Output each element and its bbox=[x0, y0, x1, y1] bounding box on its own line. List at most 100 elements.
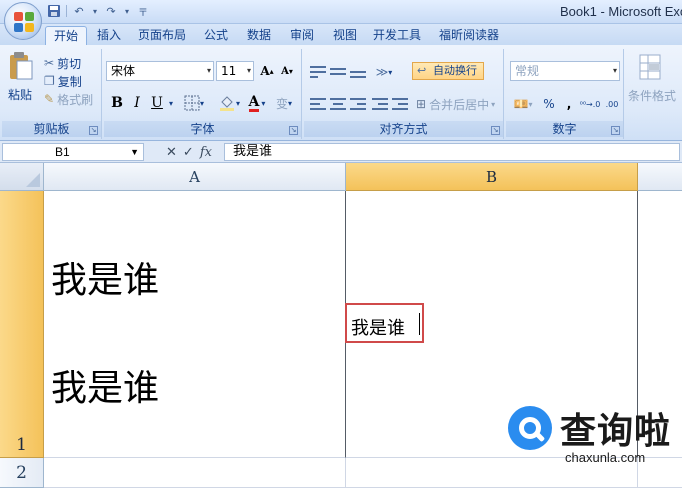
align-middle-icon[interactable] bbox=[328, 63, 348, 81]
column-header-c[interactable] bbox=[638, 163, 682, 191]
tab-insert[interactable]: 插入 bbox=[90, 26, 128, 45]
fill-color-button[interactable]: ▾ bbox=[214, 93, 244, 113]
clipboard-group-label: 剪贴板 bbox=[2, 121, 101, 137]
name-box-value: B1 bbox=[55, 145, 70, 159]
shrink-font-icon: A bbox=[281, 65, 289, 77]
underline-button[interactable]: U bbox=[148, 93, 166, 113]
orientation-button[interactable]: ≫ ▾ bbox=[370, 62, 398, 82]
watermark-brand: 查询啦 bbox=[560, 411, 672, 452]
wrap-text-icon: ↩ bbox=[417, 64, 427, 77]
wrap-text-button[interactable]: ↩ 自动换行 bbox=[412, 62, 484, 80]
grow-font-button[interactable]: A ▴ bbox=[258, 61, 276, 81]
font-color-button[interactable]: A ▾ bbox=[244, 93, 270, 113]
tab-data[interactable]: 数据 bbox=[241, 26, 277, 45]
phonetic-button[interactable]: 变 ▾ bbox=[270, 93, 298, 113]
paste-button[interactable]: 粘贴 bbox=[8, 51, 36, 105]
cell-a2[interactable] bbox=[44, 458, 346, 488]
tab-view[interactable]: 视图 bbox=[327, 26, 363, 45]
tab-review[interactable]: 审阅 bbox=[284, 26, 320, 45]
align-top-icon[interactable] bbox=[308, 63, 328, 81]
chevron-down-icon: ▾ bbox=[612, 66, 617, 75]
increase-indent-icon[interactable] bbox=[390, 95, 410, 113]
font-size-value: 11 bbox=[221, 64, 237, 78]
cell-editor[interactable]: 我是谁 bbox=[345, 303, 424, 343]
text-caret bbox=[419, 313, 420, 335]
conditional-format-button[interactable] bbox=[636, 53, 666, 83]
align-right-icon[interactable] bbox=[348, 95, 368, 113]
font-name-select[interactable]: 宋体 ▾ bbox=[106, 61, 214, 81]
merge-center-button[interactable]: ⊞ 合并后居中 ▾ bbox=[416, 94, 500, 114]
watermark-logo-icon bbox=[508, 406, 552, 450]
customize-qat-icon[interactable]: 〒 bbox=[135, 3, 151, 19]
tab-developer[interactable]: 开发工具 bbox=[369, 26, 425, 45]
align-center-icon[interactable] bbox=[328, 95, 348, 113]
row-header-2[interactable]: 2 bbox=[0, 458, 44, 488]
select-all-button[interactable] bbox=[0, 163, 44, 191]
cut-button[interactable]: ✂ 剪切 bbox=[44, 53, 81, 73]
font-group-label: 字体 bbox=[104, 121, 301, 137]
merge-cells-icon: ⊞ bbox=[416, 97, 427, 111]
borders-button[interactable]: ▾ bbox=[180, 93, 208, 113]
alignment-launcher-icon[interactable]: ↘ bbox=[491, 126, 500, 135]
column-header-a[interactable]: A bbox=[44, 163, 346, 191]
formula-bar: B1 ▼ ✕ ✓ fx 我是谁 bbox=[0, 141, 682, 163]
qat-separator bbox=[66, 5, 67, 17]
format-painter-button[interactable]: ✎ 格式刷 bbox=[44, 89, 93, 109]
undo-dropdown-icon[interactable]: ▾ bbox=[91, 3, 99, 19]
styles-group: 条件格式 bbox=[626, 49, 682, 139]
decrease-decimal-button[interactable]: .00 bbox=[602, 94, 622, 114]
cell-a1[interactable]: 我是谁 我是谁 bbox=[44, 191, 346, 458]
conditional-format-label: 条件格式 bbox=[628, 89, 677, 103]
row-header-1[interactable]: 1 bbox=[0, 191, 44, 458]
redo-icon[interactable]: ↷ bbox=[103, 3, 119, 19]
insert-function-icon[interactable]: fx bbox=[200, 145, 212, 160]
tab-page-layout[interactable]: 页面布局 bbox=[134, 26, 190, 45]
name-box[interactable]: B1 ▼ bbox=[2, 143, 144, 161]
clipboard-launcher-icon[interactable]: ↘ bbox=[89, 126, 98, 135]
font-color-icon: A bbox=[248, 93, 260, 112]
ribbon-tabs: 开始 插入 页面布局 公式 数据 审阅 视图 开发工具 福昕阅读器 bbox=[0, 24, 682, 45]
title-bar: ↶ ▾ ↷ ▾ 〒 Book1 - Microsoft Exc bbox=[0, 0, 682, 24]
scissors-icon: ✂ bbox=[44, 56, 55, 70]
align-bottom-icon[interactable] bbox=[348, 63, 368, 81]
currency-button[interactable]: 💴 ▾ bbox=[510, 94, 536, 114]
align-left-icon[interactable] bbox=[308, 95, 328, 113]
font-size-select[interactable]: 11 ▾ bbox=[216, 61, 254, 81]
number-launcher-icon[interactable]: ↘ bbox=[611, 126, 620, 135]
italic-button[interactable]: I bbox=[128, 93, 146, 113]
cancel-entry-icon[interactable]: ✕ bbox=[166, 145, 177, 160]
bold-button[interactable]: B bbox=[108, 93, 126, 113]
cell-a1-line1: 我是谁 bbox=[51, 260, 160, 301]
text-orientation-icon: ≫ bbox=[375, 65, 389, 79]
font-launcher-icon[interactable]: ↘ bbox=[289, 126, 298, 135]
number-format-value: 常规 bbox=[515, 64, 540, 78]
copy-button[interactable]: ❐ 复制 bbox=[44, 71, 82, 91]
decrease-indent-icon[interactable] bbox=[370, 95, 390, 113]
save-icon[interactable] bbox=[46, 3, 62, 19]
cell-a1-line2: 我是谁 bbox=[51, 368, 160, 409]
increase-decimal-button[interactable]: ⁰⁰→.0 bbox=[580, 94, 601, 114]
font-group: 宋体 ▾ 11 ▾ A ▴ A ▾ B I U ▾ ▾ ▾ A ▾ 变 ▾ 字体 ↘ bbox=[104, 49, 302, 139]
number-format-select[interactable]: 常规 ▾ bbox=[510, 61, 620, 81]
conditional-format-icon bbox=[639, 54, 661, 80]
office-logo-icon bbox=[14, 12, 34, 32]
redo-dropdown-icon[interactable]: ▾ bbox=[123, 3, 131, 19]
formula-input[interactable]: 我是谁 bbox=[224, 143, 680, 161]
column-header-b[interactable]: B bbox=[346, 163, 638, 191]
undo-icon[interactable]: ↶ bbox=[71, 3, 87, 19]
chevron-down-icon: ▾ bbox=[246, 66, 251, 75]
underline-dropdown-icon[interactable]: ▾ bbox=[166, 93, 176, 113]
font-name-value: 宋体 bbox=[111, 64, 136, 78]
enter-entry-icon[interactable]: ✓ bbox=[183, 145, 194, 160]
office-button[interactable] bbox=[4, 2, 42, 40]
tab-formulas[interactable]: 公式 bbox=[198, 26, 234, 45]
percent-button[interactable]: % bbox=[540, 94, 558, 114]
grow-font-icon: A bbox=[260, 64, 270, 78]
number-group-label: 数字 bbox=[506, 121, 623, 137]
copy-label: 复制 bbox=[57, 74, 82, 89]
paste-icon bbox=[10, 52, 33, 80]
tab-home[interactable]: 开始 bbox=[45, 26, 87, 45]
tab-foxit-reader[interactable]: 福昕阅读器 bbox=[435, 26, 503, 45]
shrink-font-button[interactable]: A ▾ bbox=[278, 61, 296, 81]
comma-button[interactable]: , bbox=[562, 94, 576, 114]
